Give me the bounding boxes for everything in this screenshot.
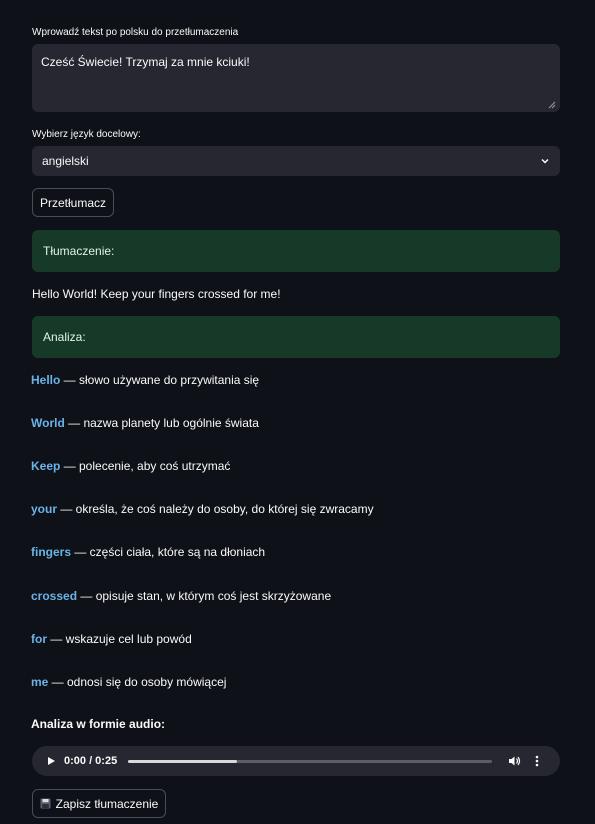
language-label: Wybierz język docelowy: bbox=[32, 129, 141, 140]
analysis-description: — wskazuje cel lub powód bbox=[47, 632, 192, 646]
save-button[interactable]: Zapisz tłumaczenie bbox=[32, 789, 166, 818]
input-label: Wprowadź tekst po polsku do przetłumacze… bbox=[32, 27, 239, 38]
floppy-disk-icon bbox=[40, 798, 51, 809]
audio-progress-bar[interactable] bbox=[128, 759, 492, 763]
play-icon[interactable] bbox=[46, 756, 56, 766]
analysis-item: World — nazwa planety lub ogólnie świata bbox=[31, 416, 259, 430]
analysis-header: Analiza: bbox=[32, 316, 560, 358]
analysis-header-label: Analiza: bbox=[43, 330, 86, 344]
audio-buffered-fill bbox=[128, 759, 238, 763]
language-select-value: angielski bbox=[42, 154, 89, 168]
text-input[interactable]: Cześć Świecie! Trzymaj za mnie kciuki! bbox=[32, 44, 560, 112]
text-input-value: Cześć Świecie! Trzymaj za mnie kciuki! bbox=[41, 55, 250, 69]
analysis-description: — polecenie, aby coś utrzymać bbox=[60, 459, 231, 473]
analysis-description: — części ciała, które są na dłoniach bbox=[71, 545, 266, 559]
analysis-item: for — wskazuje cel lub powód bbox=[31, 632, 192, 646]
analysis-item: Hello — słowo używane do przywitania się bbox=[31, 373, 259, 387]
more-options-icon[interactable] bbox=[535, 755, 539, 767]
analysis-word: me bbox=[31, 675, 49, 689]
analysis-word: World bbox=[31, 416, 65, 430]
audio-player[interactable]: 0:00 / 0:25 bbox=[32, 746, 560, 776]
analysis-item: crossed — opisuje stan, w którym coś jes… bbox=[31, 589, 331, 603]
analysis-item: me — odnosi się do osoby mówiącej bbox=[31, 675, 226, 689]
analysis-word: your bbox=[31, 502, 58, 516]
analysis-word: crossed bbox=[31, 589, 78, 603]
analysis-description: — opisuje stan, w którym coś jest skrzyż… bbox=[77, 589, 332, 603]
translation-header: Tłumaczenie: bbox=[32, 230, 560, 272]
translation-text: Hello World! Keep your fingers crossed f… bbox=[32, 287, 281, 301]
analysis-word: fingers bbox=[31, 545, 72, 559]
analysis-word: for bbox=[31, 632, 47, 646]
analysis-item: Keep — polecenie, aby coś utrzymać bbox=[31, 459, 230, 473]
language-select[interactable]: angielski bbox=[32, 146, 560, 176]
translation-header-label: Tłumaczenie: bbox=[43, 244, 115, 258]
analysis-description: — słowo używane do przywitania się bbox=[60, 373, 260, 387]
translate-button[interactable]: Przetłumacz bbox=[32, 188, 114, 217]
analysis-item: your — określa, że coś należy do osoby, … bbox=[31, 502, 374, 516]
analysis-word: Keep bbox=[31, 459, 61, 473]
resize-handle-icon[interactable] bbox=[548, 101, 556, 109]
volume-icon[interactable] bbox=[508, 755, 521, 767]
chevron-down-icon bbox=[541, 158, 549, 164]
analysis-description: — określa, że coś należy do osoby, do kt… bbox=[57, 502, 374, 516]
analysis-word: Hello bbox=[31, 373, 61, 387]
analysis-description: — nazwa planety lub ogólnie świata bbox=[64, 416, 259, 430]
audio-title: Analiza w formie audio: bbox=[31, 717, 166, 731]
analysis-item: fingers — części ciała, które są na dłon… bbox=[31, 545, 265, 559]
analysis-description: — odnosi się do osoby mówiącej bbox=[48, 675, 227, 689]
audio-time: 0:00 / 0:25 bbox=[64, 755, 118, 767]
save-button-label: Zapisz tłumaczenie bbox=[55, 796, 159, 811]
